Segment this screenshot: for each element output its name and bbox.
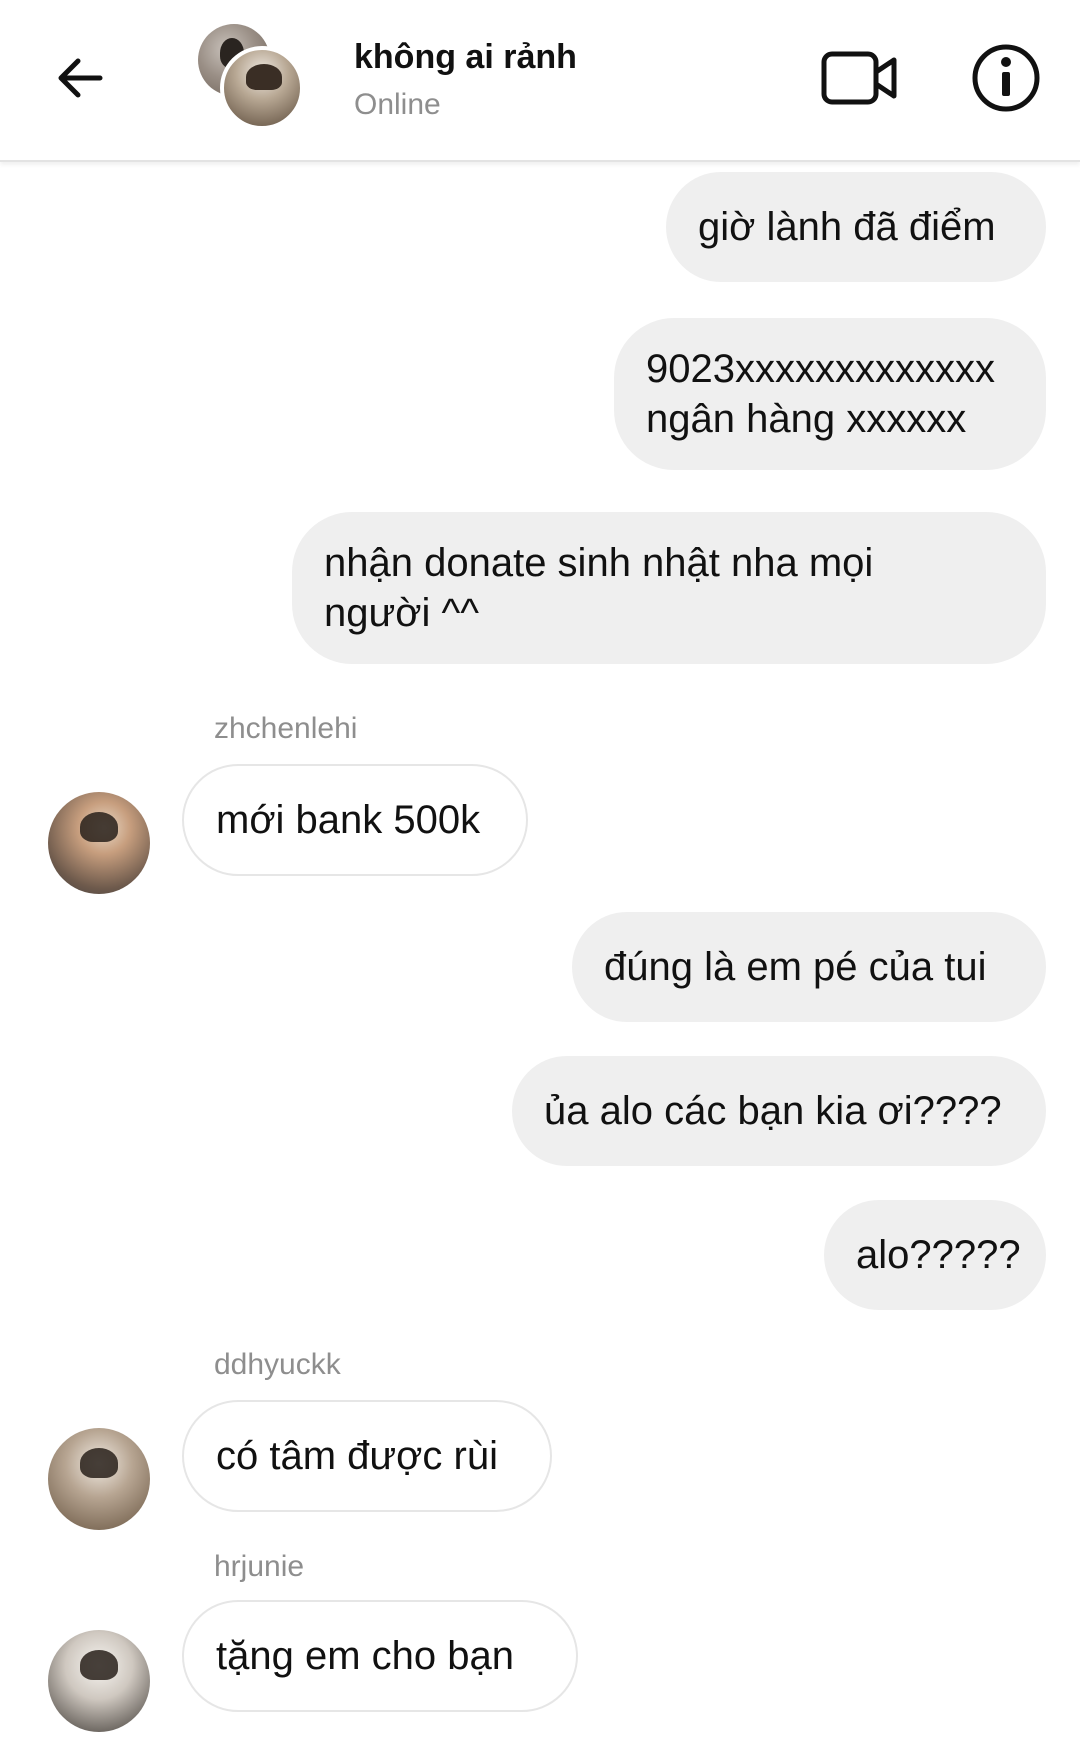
chat-status: Online <box>354 88 441 121</box>
sender-avatar[interactable] <box>48 1428 150 1530</box>
outgoing-message[interactable]: alo????? <box>824 1200 1046 1310</box>
back-button[interactable] <box>40 38 120 118</box>
video-call-button[interactable] <box>818 36 902 120</box>
video-camera-icon <box>821 51 897 105</box>
group-avatar[interactable] <box>198 24 306 132</box>
outgoing-message[interactable]: ủa alo các bạn kia ơi???? <box>512 1056 1046 1166</box>
incoming-message[interactable]: tặng em cho bạn <box>182 1600 578 1712</box>
incoming-message[interactable]: có tâm được rùi <box>182 1400 552 1512</box>
chat-info-button[interactable] <box>964 36 1048 120</box>
info-icon <box>972 44 1040 112</box>
chat-header: không ai rảnh Online <box>0 0 1080 162</box>
arrow-left-icon <box>58 58 103 98</box>
sender-name: ddhyuckk <box>214 1348 341 1381</box>
chat-title[interactable]: không ai rảnh <box>354 38 577 77</box>
sender-avatar[interactable] <box>48 792 150 894</box>
outgoing-message[interactable]: 9023xxxxxxxxxxxxx ngân hàng xxxxxx <box>614 318 1046 470</box>
outgoing-message[interactable]: đúng là em pé của tui <box>572 912 1046 1022</box>
sender-name: hrjunie <box>214 1550 305 1583</box>
sender-name: zhchenlehi <box>214 712 358 745</box>
incoming-message[interactable]: mới bank 500k <box>182 764 528 876</box>
sender-avatar[interactable] <box>48 1630 150 1732</box>
outgoing-message[interactable]: giờ lành đã điểm <box>666 172 1046 282</box>
message-thread[interactable]: giờ lành đã điểm 9023xxxxxxxxxxxxx ngân … <box>0 160 1080 1750</box>
group-avatar-front <box>220 46 304 130</box>
outgoing-message[interactable]: nhận donate sinh nhật nha mọi người ^^ <box>292 512 1046 664</box>
